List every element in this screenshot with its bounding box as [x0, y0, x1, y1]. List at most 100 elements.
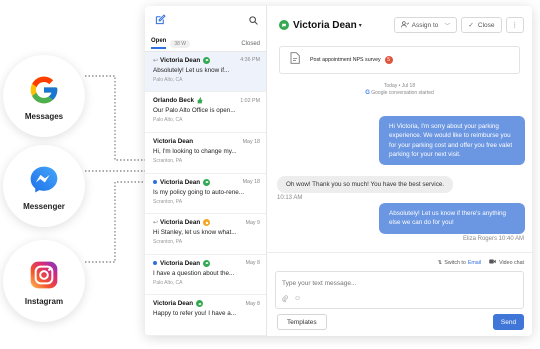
conversation-time: May 18: [242, 138, 260, 145]
message-input-box: ☺: [275, 271, 524, 309]
switch-icon: ⇅: [437, 259, 443, 266]
conversation-panel: Victoria Dean ▾ Assign to ﹀ ✓ Close ⋮ Po…: [267, 6, 532, 336]
contact-name[interactable]: Victoria Dean: [293, 20, 357, 31]
compose-icon[interactable]: [155, 12, 166, 30]
sidebar-toolbar: [145, 6, 266, 37]
video-chat-button[interactable]: Video chat: [499, 260, 524, 266]
conversation-list: ↩ Victoria Dean 4:36 PM Absolutely! Let us …: [145, 51, 266, 336]
conversation-location: Scranton, PA: [153, 158, 183, 165]
close-label: Close: [477, 21, 495, 29]
google-channel-icon: [279, 20, 289, 30]
outgoing-message: Absolutely! Let us know if there's anyth…: [379, 203, 525, 234]
conversation-sidebar: Open 38 W Closed ↩ Victoria Dean 4:36 PM Ab…: [145, 6, 267, 336]
survey-card[interactable]: Post appointment NPS survey 5: [279, 46, 520, 74]
channel-google-messages: Messages: [3, 55, 85, 137]
check-icon: ✓: [468, 22, 474, 29]
emoji-icon[interactable]: ☺: [294, 295, 301, 304]
conversation-header: Victoria Dean ▾ Assign to ﹀ ✓ Close ⋮: [267, 6, 532, 44]
channel-label: Instagram: [24, 296, 64, 306]
incoming-message: Oh wow! Thank you so much! You have the …: [277, 176, 454, 193]
conversation-item[interactable]: Victoria Dean May 8 Happy to refer you! I …: [145, 295, 266, 336]
conversation-time: 4:36 PM: [240, 57, 260, 64]
google-icon: [26, 72, 62, 108]
templates-button[interactable]: Templates: [277, 314, 327, 330]
conversation-item[interactable]: Victoria Dean May 18 Hi, I'm looking to ch…: [145, 133, 266, 174]
search-icon[interactable]: [249, 12, 258, 30]
survey-count-badge: 5: [384, 56, 393, 64]
composer-options: ⇅ Switch to Email Video chat: [438, 259, 524, 266]
conversation-name: Orlando Beck: [153, 97, 194, 105]
conversation-time: May 18: [242, 179, 260, 186]
more-options-button[interactable]: ⋮: [505, 17, 524, 33]
assign-button[interactable]: Assign to ﹀: [393, 17, 458, 33]
unread-dot-icon: [153, 180, 157, 185]
tab-open[interactable]: Open: [151, 38, 167, 50]
conversation-started-label: G Google conversation started: [267, 90, 532, 97]
conversation-time: May 8: [245, 300, 260, 307]
conversation-preview: Is my policy going to auto-rene...: [153, 188, 245, 196]
conversation-preview: Absolutely! Let us know if...: [153, 66, 230, 74]
started-text: Google conversation started: [371, 90, 434, 96]
reply-icon: ↩: [153, 57, 159, 64]
google-small-icon: G: [365, 90, 370, 96]
conversation-name: Victoria Dean: [153, 138, 194, 146]
conversation-location: Palo Alto, CA: [153, 279, 183, 286]
channel-messenger: Messenger: [3, 145, 85, 227]
close-button[interactable]: ✓ Close: [461, 17, 502, 33]
switch-prefix: Switch to: [444, 259, 466, 266]
channel-icon: [203, 219, 211, 227]
attachment-icon[interactable]: [282, 295, 288, 304]
conversation-name: Victoria Dean: [160, 178, 201, 186]
conversation-preview: Hi, I'm looking to change my...: [153, 148, 237, 156]
google-channel-icon: [203, 259, 211, 267]
conversation-header-row: Victoria Dean May 8: [153, 300, 260, 308]
tab-closed[interactable]: Closed: [241, 41, 260, 47]
conversation-location: Scranton, PA: [153, 198, 183, 205]
sidebar-tabs: Open 38 W Closed: [145, 37, 266, 52]
chevron-down-icon: ﹀: [444, 23, 451, 30]
channel-instagram: Instagram: [3, 240, 85, 322]
assign-user-icon: [400, 20, 409, 30]
message-timestamp: 10:13 AM: [277, 195, 303, 201]
conversation-name: Victoria Dean: [160, 219, 201, 227]
message-sender-time: Eliza Rogers 10:40 AM: [462, 236, 524, 242]
conversation-item[interactable]: ↩ Victoria Dean May 9 Hi Stanley, let us kn…: [145, 214, 266, 255]
conversation-location: Scranton, PA: [153, 239, 183, 246]
conversation-item[interactable]: ↩ Victoria Dean 4:36 PM Absolutely! Let us …: [145, 51, 266, 93]
conversation-preview: I have a question about the...: [153, 269, 235, 277]
conversation-time: May 8: [245, 260, 260, 267]
message-input[interactable]: [276, 275, 523, 292]
instagram-icon: [26, 257, 62, 293]
send-button[interactable]: Send: [493, 314, 524, 330]
google-channel-icon: [203, 178, 211, 186]
survey-title: Post appointment NPS survey: [310, 57, 381, 63]
outgoing-message: Hi Victoria, I'm sorry about your parkin…: [379, 116, 525, 166]
conversation-header-row: ↩ Victoria Dean 4:36 PM: [153, 56, 260, 64]
conversation-preview: Hi Stanley, let us know what...: [153, 229, 237, 237]
more-vertical-icon: ⋮: [511, 22, 519, 29]
conversation-item[interactable]: Orlando Beck 1:02 PM Our Palo Alto Office …: [145, 92, 266, 134]
conversation-header-row: ↩ Victoria Dean May 9: [153, 219, 260, 227]
thumbs-up-icon: [197, 97, 204, 104]
conversation-preview: Happy to refer you! I have a...: [153, 310, 236, 318]
conversation-date-info: Today • Jul 18 G Google conversation sta…: [267, 83, 532, 97]
conversation-header-row: Victoria Dean May 8: [153, 259, 260, 267]
conversation-name: Victoria Dean: [153, 300, 194, 308]
conversation-item[interactable]: Victoria Dean May 8 I have a question abou…: [145, 255, 266, 296]
google-channel-icon: [196, 300, 204, 308]
video-camera-icon: [489, 259, 496, 266]
messenger-icon: [26, 162, 62, 198]
unread-dot-icon: [153, 261, 157, 266]
inbox-window: Open 38 W Closed ↩ Victoria Dean 4:36 PM Ab…: [145, 6, 532, 336]
conversation-time: 1:02 PM: [240, 97, 260, 104]
assign-label: Assign to: [411, 21, 439, 29]
google-channel-icon: [203, 56, 211, 64]
conversation-location: Palo Alto, CA: [153, 117, 183, 124]
switch-to-email-link[interactable]: Email: [468, 260, 481, 266]
conversation-header-row: Victoria Dean May 18: [153, 178, 260, 186]
conversation-item[interactable]: Victoria Dean May 18 Is my policy going to…: [145, 174, 266, 215]
reply-icon: ↩: [153, 220, 159, 227]
chevron-down-icon[interactable]: ▾: [359, 22, 362, 29]
conversation-name: Victoria Dean: [160, 56, 201, 64]
message-composer: ⇅ Switch to Email Video chat ☺ Templates…: [267, 252, 532, 336]
